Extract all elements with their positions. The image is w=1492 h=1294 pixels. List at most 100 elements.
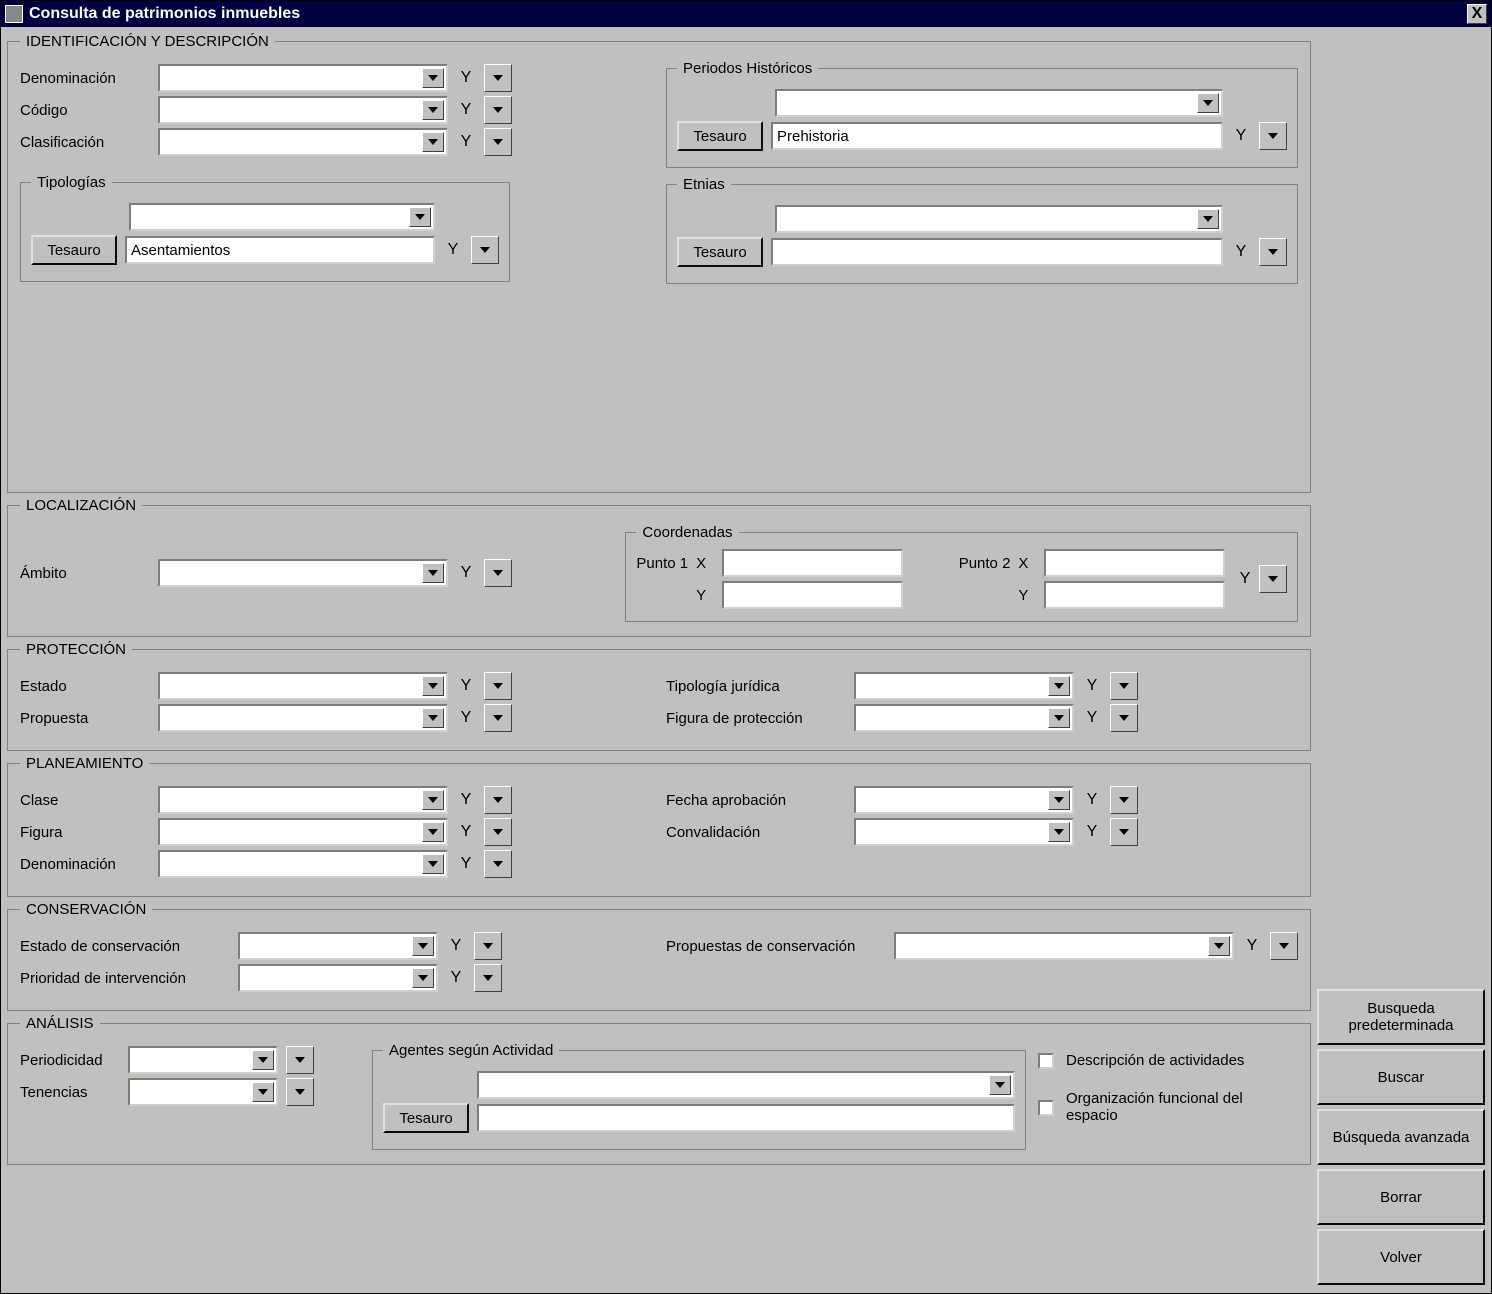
combo-estado[interactable] <box>158 672 448 700</box>
chevron-down-icon <box>252 1050 274 1070</box>
op-drop[interactable] <box>474 932 502 960</box>
op-drop[interactable] <box>1270 932 1298 960</box>
combo-convalidacion[interactable] <box>854 818 1074 846</box>
label-denominacion: Denominación <box>20 70 150 87</box>
combo-fecha-aprobacion[interactable] <box>854 786 1074 814</box>
op-drop[interactable] <box>484 96 512 124</box>
legend-coordenadas: Coordenadas <box>636 524 738 541</box>
group-etnias: Etnias Tesauro Y <box>666 176 1298 284</box>
tesauro-button-tipologias[interactable]: Tesauro <box>31 235 117 265</box>
input-p1y[interactable] <box>722 581 903 609</box>
combo-periodos[interactable] <box>775 89 1223 117</box>
chevron-down-icon <box>422 854 444 874</box>
text-tipologias[interactable]: Asentamientos <box>125 236 435 264</box>
busqueda-predeterminada-button[interactable]: Busqueda predeterminada <box>1317 989 1485 1045</box>
combo-etnias[interactable] <box>775 205 1223 233</box>
label-y: Y <box>696 587 714 604</box>
op-drop[interactable] <box>484 64 512 92</box>
op-drop[interactable] <box>484 786 512 814</box>
busqueda-avanzada-button[interactable]: Búsqueda avanzada <box>1317 1109 1485 1165</box>
combo-periodicidad[interactable] <box>128 1046 278 1074</box>
combo-tipologias[interactable] <box>129 203 435 231</box>
close-button[interactable]: X <box>1467 4 1487 24</box>
combo-estado-conservacion[interactable] <box>238 932 438 960</box>
combo-tenencias[interactable] <box>128 1078 278 1106</box>
chevron-down-icon <box>422 100 444 120</box>
op-drop[interactable] <box>1110 672 1138 700</box>
input-p2y[interactable] <box>1044 581 1225 609</box>
combo-prioridad-intervencion[interactable] <box>238 964 438 992</box>
legend-proteccion: PROTECCIÓN <box>20 641 132 658</box>
combo-ambito[interactable] <box>158 559 448 587</box>
combo-codigo[interactable] <box>158 96 448 124</box>
combo-figura[interactable] <box>158 818 448 846</box>
label-ambito: Ámbito <box>20 565 150 582</box>
op-drop[interactable] <box>484 128 512 156</box>
borrar-button[interactable]: Borrar <box>1317 1169 1485 1225</box>
checkbox-descripcion-actividades[interactable]: Descripción de actividades <box>1038 1052 1298 1069</box>
combo-propuesta[interactable] <box>158 704 448 732</box>
volver-button[interactable]: Volver <box>1317 1229 1485 1285</box>
combo-figura-proteccion[interactable] <box>854 704 1074 732</box>
combo-clasificacion[interactable] <box>158 128 448 156</box>
combo-propuestas-conservacion[interactable] <box>894 932 1234 960</box>
op-drop[interactable] <box>1259 238 1287 266</box>
combo-tipologia-juridica[interactable] <box>854 672 1074 700</box>
buscar-button[interactable]: Buscar <box>1317 1049 1485 1105</box>
chevron-down-icon <box>422 822 444 842</box>
op-text: Y <box>1082 786 1102 814</box>
checkbox-label: Descripción de actividades <box>1066 1052 1244 1069</box>
op-drop[interactable] <box>474 964 502 992</box>
tesauro-button-etnias[interactable]: Tesauro <box>677 237 763 267</box>
op-drop[interactable] <box>1110 704 1138 732</box>
op-text: Y <box>1235 565 1255 593</box>
op-drop[interactable] <box>484 704 512 732</box>
chevron-down-icon <box>1048 676 1070 696</box>
checkbox-icon <box>1038 1053 1054 1069</box>
label-tipologia-juridica: Tipología jurídica <box>666 678 846 695</box>
combo-clase[interactable] <box>158 786 448 814</box>
op-drop[interactable] <box>1259 565 1287 593</box>
label-x: X <box>696 555 714 572</box>
tesauro-button-agentes[interactable]: Tesauro <box>383 1103 469 1133</box>
op-drop[interactable] <box>484 559 512 587</box>
text-agentes[interactable] <box>477 1104 1015 1132</box>
op-drop[interactable] <box>286 1046 314 1074</box>
label-denominacion-plan: Denominación <box>20 856 150 873</box>
label-tenencias: Tenencias <box>20 1084 120 1101</box>
op-text: Y <box>456 704 476 732</box>
group-conservacion: CONSERVACIÓN Estado de conservación Y Pr… <box>7 901 1311 1011</box>
op-drop[interactable] <box>286 1078 314 1106</box>
legend-tipologias: Tipologías <box>31 174 112 191</box>
checkbox-organizacion-funcional[interactable]: Organización funcional del espacio <box>1038 1091 1298 1124</box>
label-x2: X <box>1018 555 1036 572</box>
text-etnias[interactable] <box>771 238 1223 266</box>
group-identificacion: IDENTIFICACIÓN Y DESCRIPCIÓN Denominació… <box>7 33 1311 493</box>
input-p2x[interactable] <box>1044 549 1225 577</box>
tesauro-button-periodos[interactable]: Tesauro <box>677 121 763 151</box>
window-title: Consulta de patrimonios inmuebles <box>29 5 1467 23</box>
op-drop[interactable] <box>484 672 512 700</box>
combo-denominacion-plan[interactable] <box>158 850 448 878</box>
input-p1x[interactable] <box>722 549 903 577</box>
group-agentes: Agentes según Actividad Tesauro <box>372 1042 1026 1150</box>
op-drop[interactable] <box>484 818 512 846</box>
label-punto2: Punto 2 <box>959 555 1011 572</box>
op-drop[interactable] <box>1110 786 1138 814</box>
chevron-down-icon <box>989 1075 1011 1095</box>
group-planeamiento: PLANEAMIENTO Clase Y Figura Y <box>7 755 1311 897</box>
op-drop[interactable] <box>471 236 499 264</box>
op-drop[interactable] <box>1110 818 1138 846</box>
chevron-down-icon <box>1048 822 1070 842</box>
combo-agentes[interactable] <box>477 1071 1015 1099</box>
label-estado-conservacion: Estado de conservación <box>20 938 230 955</box>
op-text: Y <box>1231 238 1251 266</box>
op-drop[interactable] <box>1259 122 1287 150</box>
op-text: Y <box>456 64 476 92</box>
group-localizacion: LOCALIZACIÓN Ámbito Y Coordenadas Punto … <box>7 497 1311 637</box>
text-periodos[interactable]: Prehistoria <box>771 122 1223 150</box>
label-y2: Y <box>1018 587 1036 604</box>
op-drop[interactable] <box>484 850 512 878</box>
op-text: Y <box>456 672 476 700</box>
combo-denominacion[interactable] <box>158 64 448 92</box>
